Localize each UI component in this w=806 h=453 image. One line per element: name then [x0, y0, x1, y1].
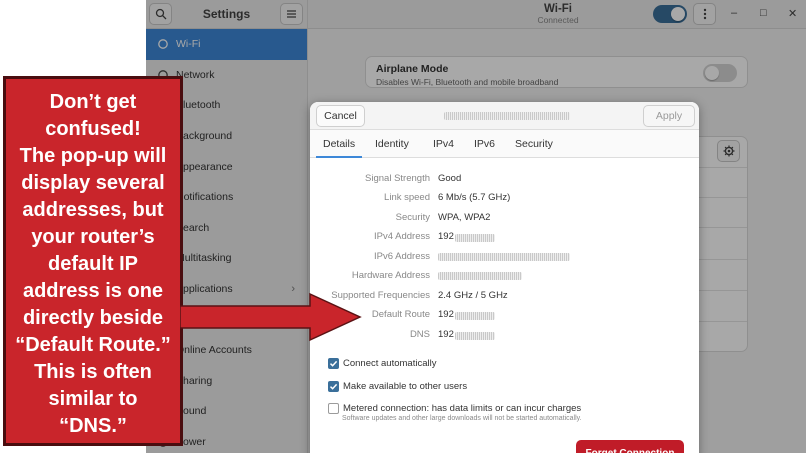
tab-identity[interactable]: Identity [375, 138, 409, 150]
metered-connection-checkbox[interactable] [328, 403, 339, 414]
tab-security[interactable]: Security [515, 138, 553, 150]
annotation-line: “Default Route.” [15, 334, 171, 356]
tab-ipv4[interactable]: IPv4 [433, 138, 454, 150]
tab-ipv6[interactable]: IPv6 [474, 138, 495, 150]
annotation-callout: Don’t get confused! The pop-up will disp… [3, 76, 183, 446]
available-to-others-checkbox[interactable] [328, 381, 339, 392]
dialog-tabs: Details Identity IPv4 IPv6 Security [310, 130, 699, 158]
ipv4-address-label: IPv4 Address [374, 231, 430, 242]
annotation-line: default IP [47, 253, 138, 275]
annotation-line: your router’s [31, 226, 155, 248]
annotation-line: Don’t get [49, 91, 137, 113]
apply-button[interactable]: Apply [643, 105, 695, 127]
link-speed-label: Link speed [384, 192, 430, 203]
network-name-redacted [444, 112, 570, 120]
dns-value: 192 [438, 329, 454, 340]
checkmark-icon [329, 383, 338, 390]
hardware-address-label: Hardware Address [351, 270, 430, 281]
annotation-line: confused! [45, 118, 141, 140]
annotation-line: This is often [34, 361, 152, 383]
ipv4-address-value: 192 [438, 231, 454, 242]
annotation-line: address is one [22, 280, 164, 302]
supported-frequencies-value: 2.4 GHz / 5 GHz [438, 290, 508, 301]
annotation-line: The pop-up will [19, 145, 167, 167]
link-speed-value: 6 Mb/s (5.7 GHz) [438, 192, 511, 203]
dialog-header: Cancel Apply [310, 102, 699, 130]
available-to-others-option[interactable]: Make available to other users [328, 381, 467, 392]
ipv4-address-redacted [455, 234, 495, 242]
signal-strength-label: Signal Strength [365, 173, 430, 184]
default-route-value: 192 [438, 309, 454, 320]
annotation-arrow [180, 292, 362, 342]
annotation-line: similar to [48, 388, 138, 410]
annotation-line: directly beside [22, 307, 164, 329]
tab-details[interactable]: Details [323, 138, 355, 150]
active-tab-indicator [316, 156, 362, 158]
signal-strength-value: Good [438, 173, 462, 184]
annotation-line: display several [21, 172, 165, 194]
connect-automatically-label: Connect automatically [343, 358, 437, 369]
metered-connection-option[interactable]: Metered connection: has data limits or c… [328, 403, 581, 414]
security-value: WPA, WPA2 [438, 212, 491, 223]
metered-connection-label: Metered connection: has data limits or c… [343, 403, 582, 414]
dns-redacted [455, 332, 495, 340]
available-to-others-label: Make available to other users [343, 381, 468, 392]
annotation-line: “DNS.” [59, 415, 127, 437]
ipv6-address-redacted [438, 253, 570, 261]
hardware-address-redacted [438, 272, 522, 280]
forget-connection-button[interactable]: Forget Connection [576, 440, 684, 453]
checkmark-icon [329, 360, 338, 367]
metered-connection-sublabel: Software updates and other large downloa… [342, 415, 582, 422]
connect-automatically-checkbox[interactable] [328, 358, 339, 369]
security-label: Security [395, 212, 430, 223]
ipv6-address-label: IPv6 Address [374, 251, 430, 262]
connect-automatically-option[interactable]: Connect automatically [328, 358, 436, 369]
default-route-redacted [455, 312, 495, 320]
wifi-details-dialog: Cancel Apply Details Identity IPv4 IPv6 … [310, 102, 699, 453]
annotation-line: addresses, but [22, 199, 164, 221]
cancel-button[interactable]: Cancel [316, 105, 365, 127]
screenshot: Settings Wi-Fi Network Bluetooth Background… [0, 0, 806, 453]
